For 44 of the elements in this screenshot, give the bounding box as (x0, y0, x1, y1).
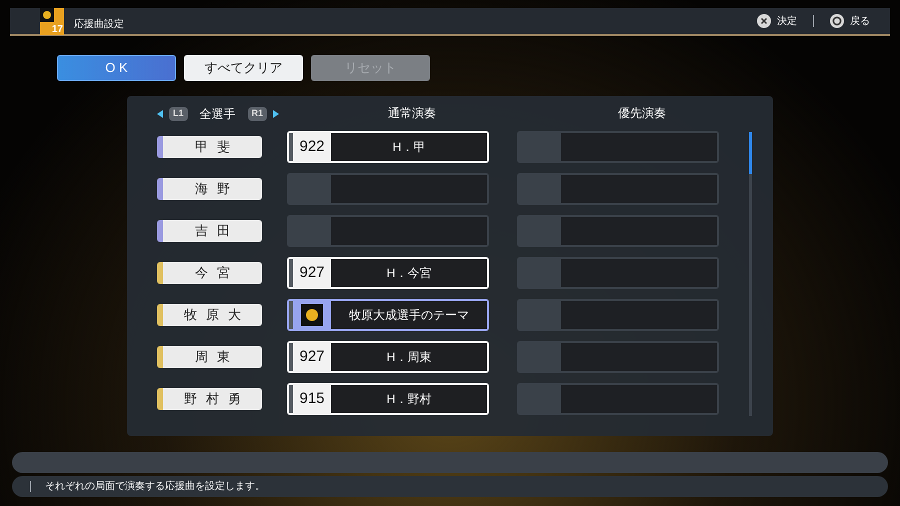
player-name-tag[interactable]: 海野 (157, 178, 262, 200)
shoulder-key: L1 (169, 107, 188, 121)
song-number: 927 (299, 262, 325, 283)
song-number: 915 (299, 388, 325, 409)
song-number: 927 (299, 346, 325, 367)
song-slot[interactable]: 927 H．周東 (287, 341, 489, 373)
song-number: 922 (299, 136, 325, 157)
player-name-tag[interactable]: 甲斐 (157, 136, 262, 158)
filter-label: 全選手 (200, 106, 236, 123)
empty-slot[interactable] (517, 215, 719, 247)
badge-number: 17 (52, 24, 64, 34)
button-hint[interactable]: 戻る (830, 14, 870, 28)
cross-button-icon (757, 14, 771, 28)
shoulder-key: R1 (248, 107, 268, 121)
song-slot[interactable]: 922 H．甲 (287, 131, 489, 163)
player-name-tag[interactable]: 野村勇 (157, 388, 262, 410)
empty-slot[interactable] (517, 299, 719, 331)
empty-slot[interactable] (287, 215, 489, 247)
empty-slot[interactable] (517, 257, 719, 289)
screen-title: 応援曲設定 (74, 18, 124, 32)
help-text: それぞれの局面で演奏する応援曲を設定します。 (45, 480, 265, 494)
left-arrow-icon[interactable] (157, 110, 163, 118)
player-name-tag[interactable]: 周東 (157, 346, 262, 368)
player-name-tag[interactable]: 今宮 (157, 262, 262, 284)
right-arrow-icon[interactable] (273, 110, 280, 118)
button-hint[interactable]: 決定 (757, 14, 797, 28)
empty-slot[interactable] (517, 383, 719, 415)
column-header: 通常演奏 (387, 105, 437, 122)
empty-slot[interactable] (517, 173, 719, 205)
empty-slot[interactable] (287, 173, 489, 205)
empty-slot[interactable] (517, 131, 719, 163)
action-button[interactable]: O K (57, 55, 176, 81)
divider-mark (30, 481, 31, 492)
logo-icon (40, 8, 54, 22)
empty-slot[interactable] (517, 341, 719, 373)
action-button[interactable]: すべてクリア (184, 55, 303, 81)
column-header: 優先演奏 (617, 105, 667, 122)
song-slot[interactable]: 牧原大成選手のテーマ (287, 299, 489, 331)
player-name-tag[interactable]: 牧原大 (157, 304, 262, 326)
player-name-tag[interactable]: 吉田 (157, 220, 262, 242)
song-slot[interactable]: 915 H．野村 (287, 383, 489, 415)
circle-button-icon (830, 14, 844, 28)
team-logo-icon (301, 304, 323, 326)
song-slot[interactable]: 927 H．今宮 (287, 257, 489, 289)
